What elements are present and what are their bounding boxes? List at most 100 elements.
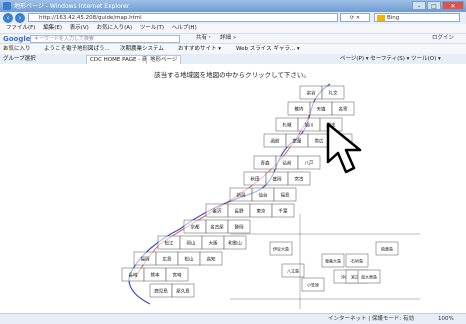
map-sheet-cell[interactable]: 大阪 — [201, 235, 225, 250]
title-bar: 地形ページ - Windows Internet Explorer – □ ✕ — [0, 0, 466, 12]
island-sheet-cell[interactable]: 石垣島 — [345, 253, 369, 268]
map-sheet-cell[interactable]: 盛岡 — [265, 171, 289, 186]
map-sheet-label: 和歌山 — [228, 240, 242, 247]
map-sheet-label: 名古屋 — [210, 224, 224, 231]
google-search-input[interactable]: キーワードを入力して検索 — [30, 35, 180, 43]
google-more-button[interactable]: 詳細 » — [220, 34, 236, 43]
map-sheet-label: 福島 — [281, 192, 290, 199]
fav-item-recommended[interactable]: おすすめサイト ▾ — [178, 44, 221, 54]
map-sheet-label: 弘前 — [283, 160, 292, 167]
map-sheet-cell[interactable]: 福岡 — [133, 251, 157, 266]
map-sheet-cell[interactable]: 金沢 — [205, 203, 229, 218]
back-arrow-icon[interactable]: ‹ — [3, 13, 13, 23]
map-sheet-cell[interactable]: 千葉 — [271, 203, 295, 218]
google-logo[interactable]: Google — [3, 35, 31, 43]
map-sheet-cell[interactable]: 福島 — [273, 187, 297, 202]
maximize-button[interactable]: □ — [427, 1, 441, 10]
map-sheet-cell[interactable]: 函館 — [263, 133, 287, 148]
map-sheet-cell[interactable]: 旭川 — [297, 117, 321, 132]
map-sheet-cell[interactable]: 松山 — [177, 251, 201, 266]
map-sheet-cell[interactable]: 新潟 — [229, 187, 253, 202]
google-share-button[interactable]: 共有・ — [196, 34, 213, 43]
map-sheet-cell[interactable]: 青森 — [253, 155, 277, 170]
map-sheet-cell[interactable]: 八戸 — [297, 155, 321, 170]
menu-tools[interactable]: ツール(T) — [140, 25, 164, 31]
minimize-button[interactable]: – — [412, 1, 426, 10]
island-sheet-cell[interactable]: 南大東島 — [357, 269, 381, 284]
map-sheet-label: 長野 — [235, 208, 244, 215]
fav-item-webslice[interactable]: Web スライス ギャラ... ▾ — [236, 44, 300, 54]
bing-icon — [377, 15, 385, 21]
ie-icon — [3, 2, 11, 10]
map-sheet-cell[interactable]: 屋久島 — [171, 283, 195, 298]
map-sheet-cell[interactable]: 仙台 — [251, 187, 275, 202]
google-login-button[interactable]: ログイン — [432, 34, 454, 43]
command-bar[interactable]: ページ(P) ▾ セーフティ(S) ▾ ツール(O) ▾ — [340, 54, 441, 64]
island-sheet-label: 南大東島 — [361, 274, 377, 280]
map-sheet-cell[interactable]: 広島 — [155, 251, 179, 266]
map-sheet-label: 天塩 — [317, 106, 326, 113]
map-sheet-label: 名寄 — [339, 106, 348, 113]
map-sheet-cell[interactable]: 札幌 — [275, 117, 299, 132]
map-sheet-label: 京都 — [191, 224, 200, 231]
map-sheet-cell[interactable]: 秋田 — [243, 171, 267, 186]
map-sheet-label: 熊本 — [151, 272, 160, 279]
menu-favorites[interactable]: お気に入り(A) — [97, 25, 133, 31]
security-zone: インターネット | 保護モード: 有効 — [328, 316, 414, 322]
island-sheet-cell[interactable]: 奄美大島 — [321, 253, 345, 268]
map-sheet-cell[interactable]: 鹿児島 — [149, 283, 173, 298]
fav-item-denshi[interactable]: ようこそ電子地形図ぱう... — [44, 44, 110, 54]
map-sheet-cell[interactable]: 宗谷 — [299, 85, 323, 100]
search-value: Bing — [387, 15, 400, 21]
map-sheet-cell[interactable]: 松江 — [157, 235, 181, 250]
map-sheet-label: 旭川 — [305, 122, 314, 129]
map-sheet-label: 福岡 — [141, 256, 150, 263]
island-sheet-label: 小笠原 — [307, 282, 319, 288]
url-input[interactable]: http://163.42.45.208/guide/map.html — [28, 13, 338, 22]
zoom-level[interactable]: 100% — [438, 314, 454, 324]
menu-file[interactable]: ファイル(F) — [6, 25, 35, 31]
map-sheet-cell[interactable]: 宮崎 — [165, 267, 189, 282]
map-sheet-cell[interactable]: 京都 — [183, 219, 207, 234]
favorites-bar: ★ お気に入り ようこそ電子地形図ぱう... 次期農業システム おすすめサイト … — [0, 44, 466, 54]
map-sheet-cell[interactable]: 東京 — [249, 203, 273, 218]
forward-arrow-icon[interactable]: › — [15, 13, 25, 23]
map-sheet-label: 札幌 — [283, 122, 292, 129]
map-index: 該当する地域図を地図の中からクリックして下さい。 宗谷礼文稚内天塩名寄札幌旭川網… — [121, 70, 420, 309]
map-sheet-cell[interactable]: 熊本 — [143, 267, 167, 282]
map-sheet-cell[interactable]: 弘前 — [275, 155, 299, 170]
refresh-stop-controls[interactable]: ⟳ ✕ — [340, 13, 370, 22]
map-sheet-label: 東京 — [257, 208, 266, 215]
map-sheet-cell[interactable]: 岡山 — [179, 235, 203, 250]
island-sheet-cell[interactable]: 八丈島 — [281, 263, 305, 278]
map-sheet-cell[interactable]: 長野 — [227, 203, 251, 218]
map-sheet-cell[interactable]: 高知 — [199, 251, 223, 266]
island-sheet-label: 硫黄島 — [381, 246, 393, 252]
map-sheet-cell[interactable]: 宮古 — [287, 171, 311, 186]
menu-view[interactable]: 表示(V) — [70, 25, 89, 31]
map-sheet-label: 礼文 — [329, 90, 338, 97]
island-sheet-label: 八丈島 — [287, 268, 299, 274]
tab-group-selector[interactable]: グループ選択 — [3, 54, 36, 64]
close-button[interactable]: ✕ — [442, 1, 464, 10]
menu-help[interactable]: ヘルプ(H) — [172, 25, 197, 31]
map-sheet-cell[interactable]: 和歌山 — [223, 235, 247, 250]
map-sheet-cell[interactable]: 礼文 — [321, 85, 345, 100]
search-box[interactable]: Bing — [374, 13, 460, 22]
map-sheet-cell[interactable]: 長崎 — [121, 267, 145, 282]
map-sheet-cell[interactable]: 静岡 — [227, 219, 251, 234]
map-sheet-cell[interactable]: 名古屋 — [205, 219, 229, 234]
map-sheet-cell[interactable]: 室蘭 — [285, 133, 309, 148]
map-sheet-cell[interactable]: 名寄 — [331, 101, 355, 116]
map-sheet-cell[interactable]: 天塩 — [309, 101, 333, 116]
google-toolbar: Google キーワードを入力して検索 共有・ 詳細 » ログイン — [0, 33, 466, 44]
island-sheet-cell[interactable]: 小笠原 — [301, 277, 325, 292]
island-sheet-cell[interactable]: 硫黄島 — [375, 241, 399, 256]
map-sheet-label: 鹿児島 — [154, 288, 168, 295]
fav-item-nogyo[interactable]: 次期農業システム — [120, 44, 164, 54]
menu-edit[interactable]: 編集(E) — [43, 25, 62, 31]
map-sheet-label: 屋久島 — [176, 288, 190, 295]
map-sheet-cell[interactable]: 稚内 — [287, 101, 311, 116]
island-sheet-cell[interactable]: 伊豆大島 — [269, 241, 293, 256]
map-sheet-label: 稚内 — [295, 106, 304, 113]
